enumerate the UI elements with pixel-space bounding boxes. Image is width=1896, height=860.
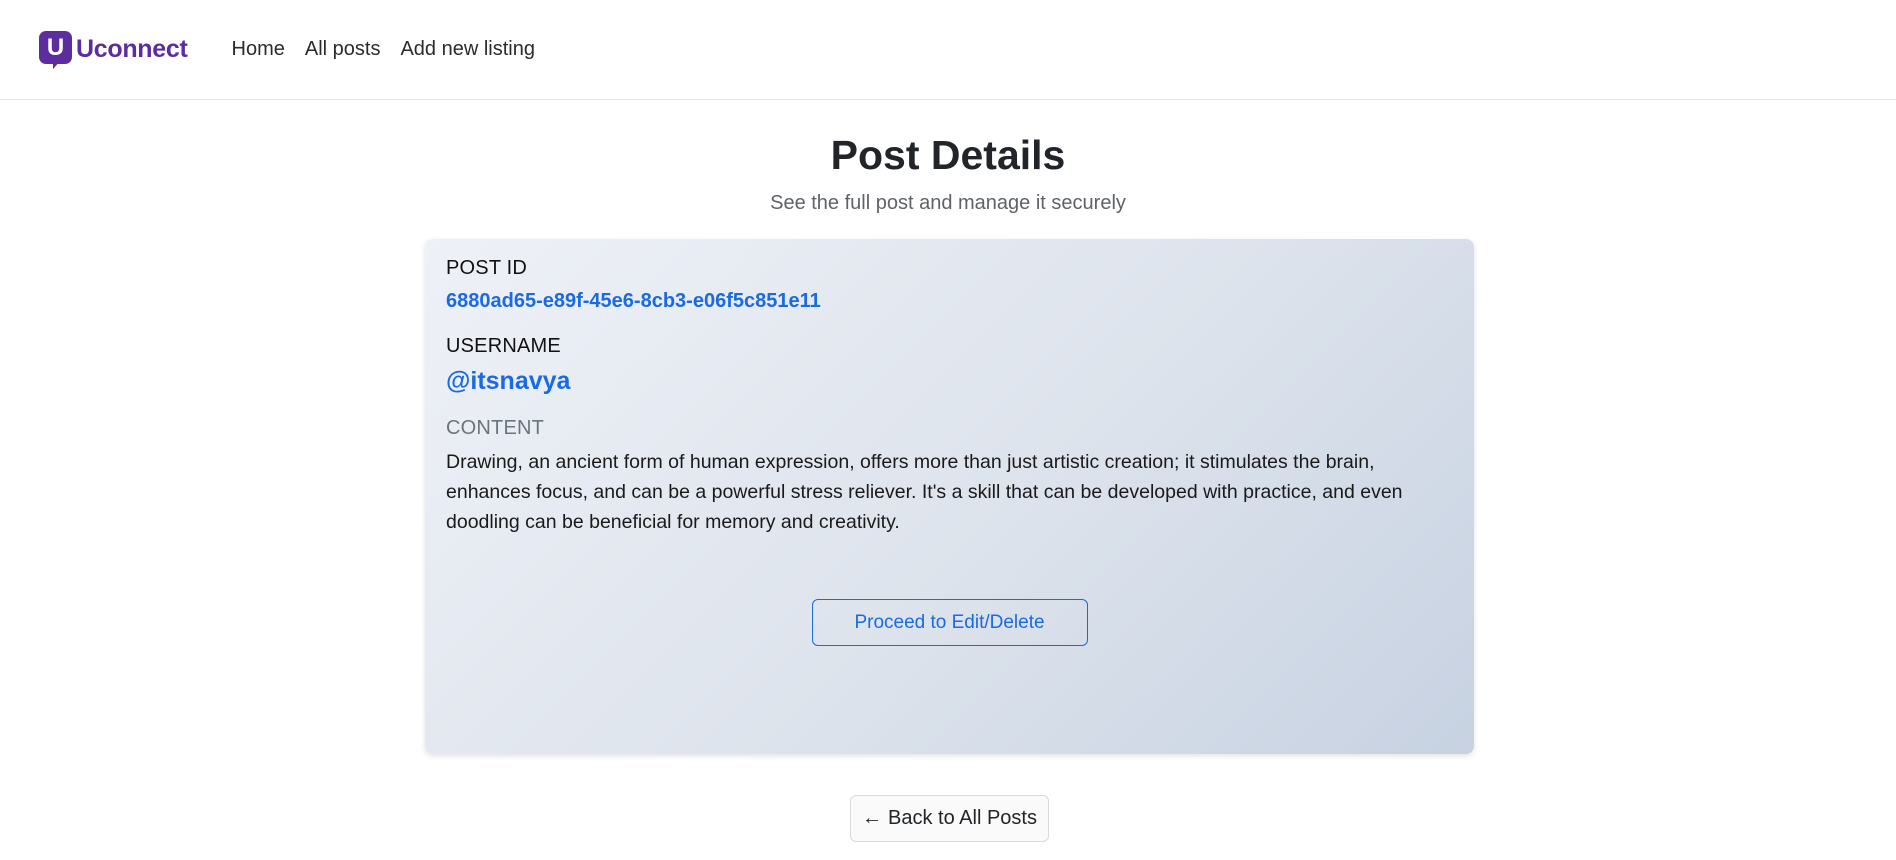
post-id-label: POST ID	[446, 257, 528, 279]
content-label: CONTENT	[446, 417, 545, 439]
post-id-value: 6880ad65-e89f-45e6-8cb3-e06f5c851e11	[446, 290, 821, 312]
nav-link-add-new-listing[interactable]: Add new listing	[400, 38, 535, 61]
navbar: U Uconnect Home All posts Add new listin…	[0, 0, 1896, 100]
uconnect-logo-icon: U	[39, 31, 72, 69]
proceed-edit-delete-button[interactable]: Proceed to Edit/Delete	[811, 599, 1088, 646]
speech-bubble-tail	[53, 59, 62, 69]
page-title: Post Details	[830, 132, 1066, 178]
nav-link-all-posts[interactable]: All posts	[305, 38, 381, 61]
nav-link-home[interactable]: Home	[232, 38, 285, 61]
username-label: USERNAME	[446, 335, 561, 357]
page-subtitle: See the full post and manage it securely	[770, 192, 1126, 215]
brand-name: Uconnect	[76, 35, 188, 63]
post-content: Drawing, an ancient form of human expres…	[446, 451, 1403, 533]
left-arrow-icon: ←	[862, 807, 883, 829]
nav-links: Home All posts Add new listing	[232, 38, 555, 61]
brand-logo[interactable]: U Uconnect	[39, 31, 188, 69]
back-to-all-posts-button[interactable]: ← Back to All Posts	[850, 795, 1049, 842]
post-details-card: POST ID 6880ad65-e89f-45e6-8cb3-e06f5c85…	[425, 239, 1474, 754]
username-value: @itsnavya	[446, 367, 571, 395]
edit-button-container: Proceed to Edit/Delete	[446, 599, 1453, 646]
back-button-label: Back to All Posts	[888, 807, 1037, 829]
